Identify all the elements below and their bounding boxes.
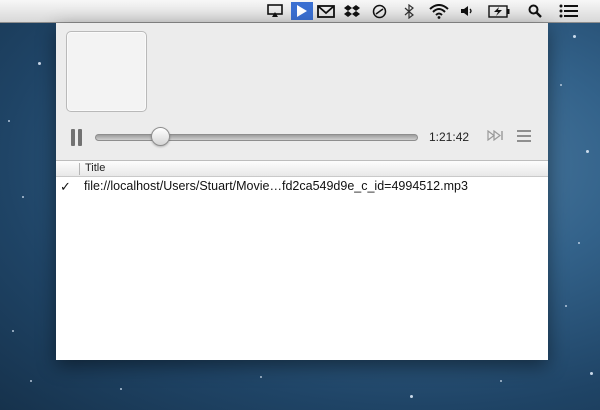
track-title: file://localhost/Users/Stuart/Movie…fd2c… [84, 179, 468, 193]
gmail-icon[interactable] [316, 2, 336, 20]
checkmark-icon[interactable]: ✓ [60, 179, 71, 195]
menu-icon-bar [517, 140, 531, 142]
dropbox-icon[interactable] [343, 2, 361, 20]
next-icon [487, 129, 503, 142]
progress-slider-knob[interactable] [150, 127, 170, 146]
next-track-button[interactable] [487, 129, 505, 144]
playlist-menu-button[interactable] [517, 130, 531, 142]
pause-icon-bar [78, 129, 82, 146]
menu-bar [0, 0, 600, 23]
battery-icon [487, 2, 511, 20]
player-controls: 1:21:42 [56, 23, 548, 160]
airplay-icon[interactable] [266, 2, 284, 20]
player-window: 1:21:42 Title ✓ file://localhost/Users/S… [56, 23, 548, 360]
column-header-title[interactable]: Title [85, 162, 105, 174]
playlist-header: Title [56, 160, 548, 177]
bluetooth-icon[interactable] [401, 2, 417, 20]
progress-slider-track[interactable] [95, 134, 418, 141]
pause-button[interactable] [70, 129, 84, 146]
spotlight-icon[interactable] [527, 2, 543, 20]
notification-center-icon[interactable] [557, 2, 581, 20]
menu-icon-bar [517, 135, 531, 137]
column-separator [79, 163, 80, 175]
menu-icon [517, 130, 531, 132]
volume-icon[interactable] [459, 2, 475, 20]
wifi-icon[interactable] [428, 2, 450, 20]
playlist-row[interactable]: ✓ file://localhost/Users/Stuart/Movie…fd… [56, 177, 548, 195]
play-icon[interactable] [291, 2, 313, 20]
pause-icon [71, 129, 75, 146]
time-machine-icon[interactable] [370, 2, 388, 20]
elapsed-time: 1:21:42 [429, 130, 470, 144]
album-artwork [66, 31, 147, 112]
